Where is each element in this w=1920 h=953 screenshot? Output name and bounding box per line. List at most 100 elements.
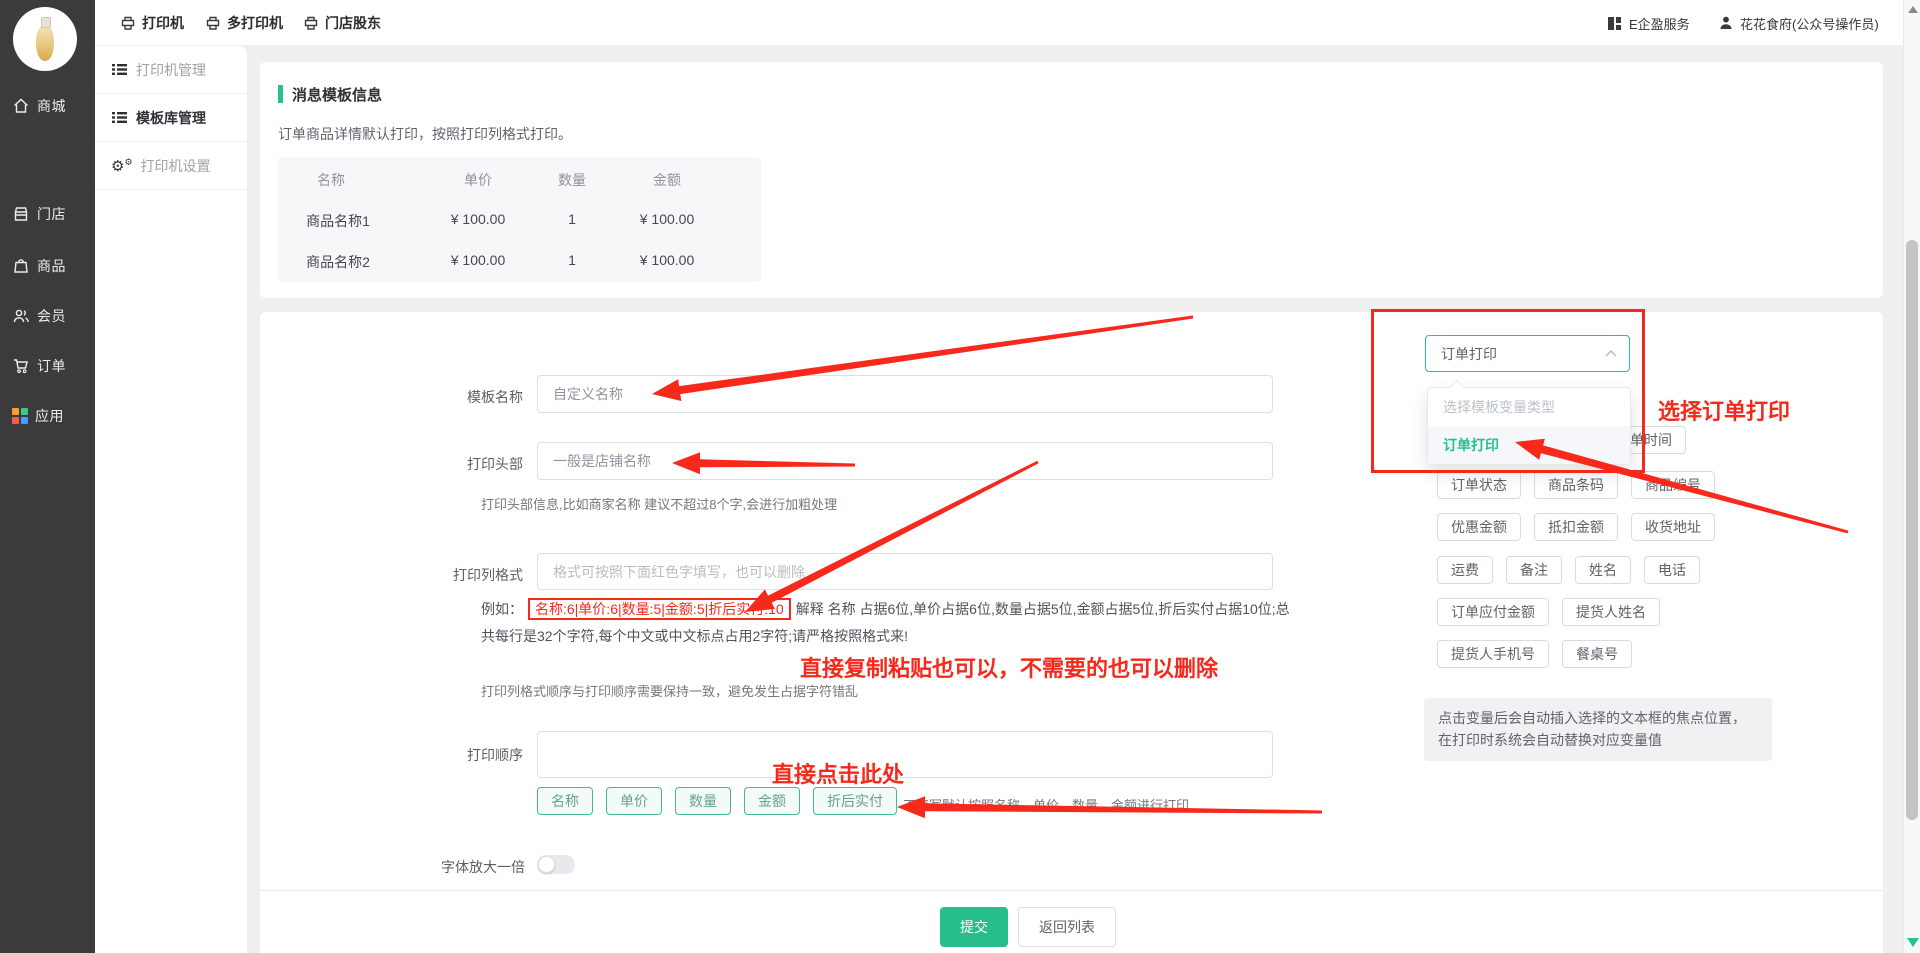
panel-description: 订单商品详情默认打印，按照打印列格式打印。 bbox=[278, 124, 572, 144]
toggle-knob bbox=[538, 856, 555, 873]
submenu-item-printer-settings[interactable]: ⚙⚙ 打印机设置 bbox=[95, 142, 247, 190]
sidebar-item-label: 商城 bbox=[37, 96, 66, 116]
order-chip-name[interactable]: 名称 bbox=[537, 787, 593, 815]
order-chip-discounted[interactable]: 折后实付 bbox=[813, 787, 897, 815]
table-header-cell: 数量 bbox=[558, 170, 586, 190]
store-icon bbox=[12, 205, 30, 223]
table-header-cell: 单价 bbox=[464, 170, 492, 190]
variable-chip[interactable]: 提货人手机号 bbox=[1437, 640, 1549, 668]
order-chip-quantity[interactable]: 数量 bbox=[675, 787, 731, 815]
app-root: 打印机 多打印机 门店股东 E企盈服务 花花食府(公众号操作员) 商城 门店 bbox=[0, 0, 1920, 953]
tab-printer-label: 打印机 bbox=[142, 13, 184, 33]
printer-icon bbox=[205, 15, 221, 31]
variable-chip[interactable]: 姓名 bbox=[1575, 556, 1631, 584]
sidebar-item-apps[interactable]: 应用 bbox=[0, 404, 95, 428]
print-header-label: 打印头部 bbox=[373, 454, 523, 474]
user-label: 花花食府(公众号操作员) bbox=[1740, 14, 1879, 33]
variable-chip-row: 优惠金额 抵扣金额 收货地址 bbox=[1437, 513, 1715, 541]
example-prefix: 例如： bbox=[481, 601, 523, 617]
sidebar-item-members[interactable]: 会员 bbox=[0, 304, 95, 328]
variable-chip[interactable]: 优惠金额 bbox=[1437, 513, 1521, 541]
order-chip-unit-price[interactable]: 单价 bbox=[606, 787, 662, 815]
tab-multi-printer[interactable]: 多打印机 bbox=[205, 0, 283, 46]
tab-store-shareholder-label: 门店股东 bbox=[325, 13, 381, 33]
variable-chip[interactable]: 商品条码 bbox=[1534, 471, 1618, 499]
printer-icon bbox=[303, 15, 319, 31]
table-cell: ¥ 100.00 bbox=[640, 211, 695, 227]
scrollbar-up-icon[interactable] bbox=[1908, 6, 1918, 13]
demo-order-table: 名称 单价 数量 金额 商品名称1 ¥ 100.00 1 ¥ 100.00 商品… bbox=[278, 157, 761, 282]
variable-chip-row: 订单状态 商品条码 商品编号 bbox=[1437, 471, 1715, 499]
user-entry[interactable]: 花花食府(公众号操作员) bbox=[1718, 0, 1879, 46]
members-icon bbox=[12, 307, 30, 325]
print-header-input[interactable] bbox=[537, 442, 1273, 480]
sidebar-item-label: 会员 bbox=[37, 306, 66, 326]
table-cell: 1 bbox=[568, 252, 576, 268]
gears-icon: ⚙⚙ bbox=[111, 158, 133, 174]
template-name-input[interactable] bbox=[537, 375, 1273, 413]
variable-chip[interactable]: 运费 bbox=[1437, 556, 1493, 584]
avatar[interactable] bbox=[13, 7, 77, 71]
variable-chip[interactable]: 备注 bbox=[1506, 556, 1562, 584]
example-format-code: 名称:6|单价:6|数量:5|金额:5|折后实付:10 bbox=[528, 598, 791, 620]
sidebar-item-mall[interactable]: 商城 bbox=[0, 94, 95, 118]
print-columns-input[interactable] bbox=[537, 553, 1273, 590]
print-columns-label: 打印列格式 bbox=[373, 565, 523, 585]
home-icon bbox=[12, 97, 30, 115]
scrollbar-down-icon[interactable] bbox=[1907, 938, 1919, 947]
apps-icon bbox=[12, 408, 28, 424]
font-zoom-label: 字体放大一倍 bbox=[375, 857, 525, 877]
print-order-default-hint: 不填写默认按照名称、单价、数量、金额进行打印 bbox=[903, 795, 1189, 814]
sidebar-item-label: 门店 bbox=[37, 204, 66, 224]
print-header-hint: 打印头部信息,比如商家名称 建议不超过8个字,会进行加粗处理 bbox=[481, 494, 837, 513]
print-columns-order-note: 打印列格式顺序与打印顺序需要保持一致，避免发生占据字符错乱 bbox=[481, 681, 858, 700]
print-order-chip-row: 名称 单价 数量 金额 折后实付 bbox=[537, 787, 897, 815]
printer-icon bbox=[120, 15, 136, 31]
sidebar-item-label: 订单 bbox=[37, 356, 66, 376]
submenu-item-label: 模板库管理 bbox=[136, 108, 206, 128]
font-zoom-toggle[interactable] bbox=[537, 855, 575, 874]
submenu-item-label: 打印机设置 bbox=[141, 156, 211, 176]
tab-printer[interactable]: 打印机 bbox=[120, 0, 184, 46]
variable-chip[interactable]: 电话 bbox=[1644, 556, 1700, 584]
variable-chip-row: 运费 备注 姓名 电话 bbox=[1437, 556, 1700, 584]
order-chip-amount[interactable]: 金额 bbox=[744, 787, 800, 815]
annotation-choose-order-print: 选择订单打印 bbox=[1658, 394, 1790, 426]
footer-divider bbox=[260, 890, 1883, 891]
variable-chip[interactable]: 商品编号 bbox=[1631, 471, 1715, 499]
table-cell: 商品名称1 bbox=[306, 211, 370, 231]
back-to-list-button[interactable]: 返回列表 bbox=[1018, 907, 1116, 947]
submenu-item-template-library[interactable]: 模板库管理 bbox=[95, 94, 247, 142]
sidebar-item-orders[interactable]: 订单 bbox=[0, 354, 95, 378]
table-cell: ¥ 100.00 bbox=[451, 211, 506, 227]
page-scrollbar[interactable] bbox=[1903, 0, 1920, 953]
variable-chip[interactable]: 提货人姓名 bbox=[1562, 598, 1660, 626]
table-cell: 商品名称2 bbox=[306, 252, 370, 272]
variable-chip[interactable]: 收货地址 bbox=[1631, 513, 1715, 541]
submit-button[interactable]: 提交 bbox=[940, 907, 1008, 947]
variable-chip-row: 提货人手机号 餐桌号 bbox=[1437, 640, 1632, 668]
service-label: E企盈服务 bbox=[1629, 14, 1690, 33]
annotation-box-select bbox=[1371, 309, 1645, 473]
variable-chip[interactable]: 订单应付金额 bbox=[1437, 598, 1549, 626]
variable-chip[interactable]: 餐桌号 bbox=[1562, 640, 1632, 668]
print-order-textarea[interactable] bbox=[537, 731, 1273, 778]
scrollbar-thumb[interactable] bbox=[1906, 240, 1918, 820]
submenu-item-label: 打印机管理 bbox=[136, 60, 206, 80]
print-order-label: 打印顺序 bbox=[373, 745, 523, 765]
topbar: 打印机 多打印机 门店股东 E企盈服务 花花食府(公众号操作员) bbox=[95, 0, 1903, 46]
template-name-label: 模板名称 bbox=[373, 387, 523, 407]
list-icon bbox=[111, 109, 128, 126]
variable-chip[interactable]: 订单状态 bbox=[1437, 471, 1521, 499]
submenu-item-printer-manage[interactable]: 打印机管理 bbox=[95, 46, 247, 94]
cart-icon bbox=[12, 357, 30, 375]
list-icon bbox=[111, 61, 128, 78]
user-icon bbox=[1718, 15, 1734, 31]
sidebar-item-goods[interactable]: 商品 bbox=[0, 254, 95, 278]
table-cell: 1 bbox=[568, 211, 576, 227]
sidebar-item-store[interactable]: 门店 bbox=[0, 202, 95, 226]
service-entry[interactable]: E企盈服务 bbox=[1606, 0, 1690, 46]
variable-chip[interactable]: 抵扣金额 bbox=[1534, 513, 1618, 541]
tab-store-shareholder[interactable]: 门店股东 bbox=[303, 0, 381, 46]
goods-icon bbox=[12, 257, 30, 275]
